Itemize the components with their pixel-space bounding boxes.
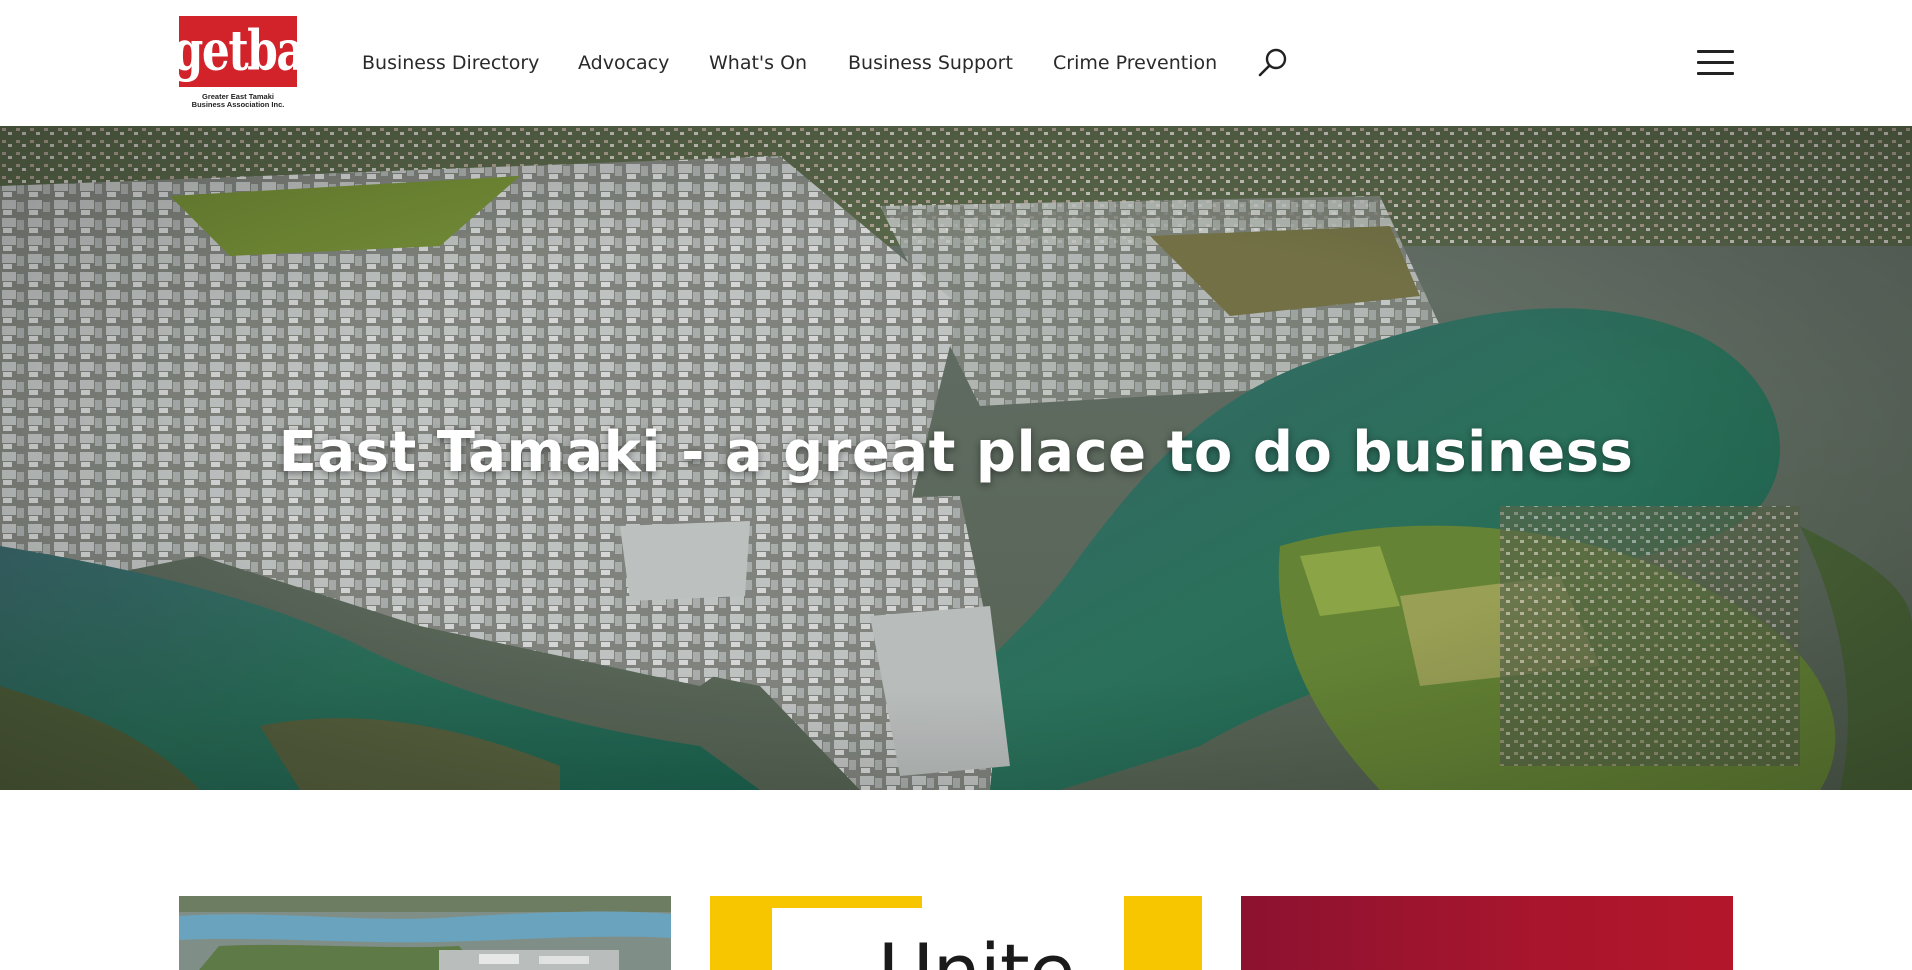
site-header: getba Greater East Tamaki Business Assoc… — [0, 0, 1912, 126]
logo-badge: getba — [173, 16, 305, 87]
nav-whats-on[interactable]: What's On — [709, 45, 807, 81]
logo-subtitle: Greater East Tamaki Business Association… — [179, 93, 297, 109]
hamburger-menu-button[interactable] — [1697, 48, 1734, 76]
hamburger-menu-icon-bar — [1697, 61, 1734, 64]
feature-card-aerial[interactable] — [179, 896, 671, 970]
card-yellow-frame-top-left — [710, 896, 922, 908]
logo-wordmark: getba — [172, 19, 305, 83]
card-yellow-frame-top-right — [1124, 896, 1202, 908]
search-button[interactable] — [1257, 47, 1289, 79]
nav-crime-prevention[interactable]: Crime Prevention — [1053, 45, 1217, 81]
card-aerial-image — [179, 896, 671, 970]
getba-logo[interactable]: getba Greater East Tamaki Business Assoc… — [173, 16, 305, 111]
card-unite-text: Unite — [878, 934, 1075, 970]
logo-subtitle-line-2: Business Association Inc. — [191, 100, 285, 109]
feature-card-unite[interactable]: Unite — [710, 896, 1202, 970]
nav-advocacy[interactable]: Advocacy — [578, 45, 669, 81]
feature-card-red[interactable] — [1241, 896, 1733, 970]
search-icon — [1258, 48, 1287, 77]
hero-banner: East Tamaki - a great place to do busine… — [0, 126, 1912, 790]
nav-business-directory[interactable]: Business Directory — [362, 45, 539, 81]
hamburger-menu-icon — [1697, 50, 1734, 53]
feature-cards: Unite — [0, 896, 1912, 970]
hero-title: East Tamaki - a great place to do busine… — [278, 420, 1634, 485]
hamburger-menu-icon-bar — [1697, 72, 1734, 75]
nav-business-support[interactable]: Business Support — [848, 45, 1013, 81]
